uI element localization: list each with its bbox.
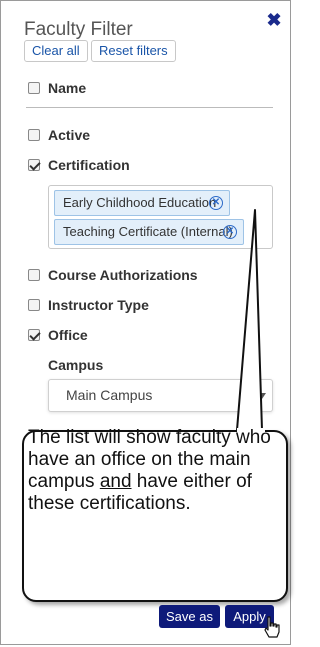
tag-label: Teaching Certificate (Internal)	[63, 224, 233, 239]
tag-teaching-certificate: Teaching Certificate (Internal) ✕	[54, 219, 244, 245]
tag-early-childhood-education: Early Childhood Education ✕	[54, 190, 230, 216]
filter-label: Course Authorizations	[48, 267, 198, 283]
filter-label: Active	[48, 127, 91, 143]
remove-tag-icon[interactable]: ✕	[209, 196, 223, 210]
office-checkbox[interactable]	[28, 329, 40, 341]
callout-text-underlined: and	[99, 471, 132, 492]
filter-name[interactable]: Name	[28, 79, 86, 97]
campus-label: Campus	[48, 357, 104, 373]
tag-label: Early Childhood Education	[63, 195, 217, 210]
certification-checkbox[interactable]	[28, 159, 40, 171]
divider	[26, 107, 273, 108]
filter-label: Instructor Type	[48, 297, 149, 313]
clear-all-button[interactable]: Clear all	[24, 40, 88, 62]
active-checkbox[interactable]	[28, 129, 40, 141]
filter-office[interactable]: Office	[28, 326, 88, 344]
remove-tag-icon[interactable]: ✕	[223, 225, 237, 239]
hand-cursor-icon	[264, 616, 280, 638]
filter-instructor-type[interactable]: Instructor Type	[28, 296, 149, 314]
panel-title: Faculty Filter	[24, 19, 133, 40]
filter-course-authorizations[interactable]: Course Authorizations	[28, 266, 198, 284]
filter-label: Certification	[48, 157, 130, 173]
name-checkbox[interactable]	[28, 82, 40, 94]
certification-tag-box[interactable]: Early Childhood Education ✕ Teaching Cer…	[48, 185, 273, 249]
chevron-down-icon	[258, 393, 266, 399]
save-as-button[interactable]: Save as	[159, 605, 220, 628]
filter-certification[interactable]: Certification	[28, 156, 130, 174]
reset-filters-button[interactable]: Reset filters	[91, 40, 176, 62]
faculty-filter-panel: Faculty Filter ✖ Clear all Reset filters…	[0, 0, 291, 645]
filter-label: Office	[48, 327, 88, 343]
filter-active[interactable]: Active	[28, 126, 90, 144]
course-authorizations-checkbox[interactable]	[28, 269, 40, 281]
instructor-type-checkbox[interactable]	[28, 299, 40, 311]
close-icon[interactable]: ✖	[265, 11, 283, 29]
filter-label: Name	[48, 80, 87, 96]
callout-text: The list will show faculty who have an o…	[28, 427, 283, 577]
campus-select[interactable]: Main Campus	[48, 379, 273, 412]
campus-select-value: Main Campus	[66, 387, 153, 403]
